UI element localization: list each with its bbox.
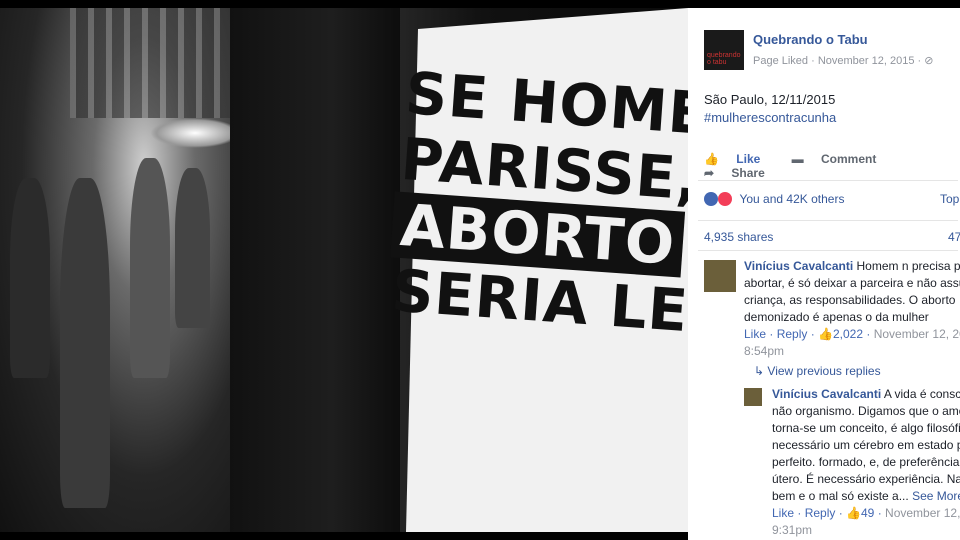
view-previous-replies-link[interactable]: ↳ View previous replies xyxy=(754,364,881,378)
post-text: São Paulo, 12/11/2015 #mulherescontracun… xyxy=(704,91,836,127)
page-avatar[interactable]: quebrando o tabu xyxy=(704,30,744,70)
commenter-avatar[interactable] xyxy=(704,260,736,292)
like-button[interactable]: 👍 Like xyxy=(704,152,774,166)
person-figure xyxy=(10,178,50,378)
comment-likes-icon: 👍 xyxy=(818,327,833,341)
divider xyxy=(698,180,958,181)
comment-like-link[interactable]: Like xyxy=(744,327,766,341)
like-reaction-icon xyxy=(704,192,718,206)
thumbs-up-icon: 👍 xyxy=(704,152,719,166)
person-figure xyxy=(60,178,110,508)
comment: Vinícius Cavalcanti Homem n precisa pa a… xyxy=(744,258,960,360)
comment-author-link[interactable]: Vinícius Cavalcanti xyxy=(744,259,853,273)
comment-icon: ▬ xyxy=(791,152,804,166)
reply-reply-link[interactable]: Reply xyxy=(805,506,836,520)
comment-date[interactable]: November 12, 20 xyxy=(874,327,960,341)
street-lights xyxy=(150,118,240,148)
reply-comment: Vinícius Cavalcanti A vida é consc não o… xyxy=(772,386,960,539)
person-figure xyxy=(130,158,170,378)
reply-text: A vida é consc não organismo. Digamos qu… xyxy=(772,387,960,503)
hashtag-link[interactable]: #mulherescontracunha xyxy=(704,109,836,127)
dark-wall xyxy=(230,8,400,532)
comment-sort-dropdown[interactable]: Top xyxy=(940,192,959,206)
share-arrow-icon: ➦ xyxy=(704,166,715,180)
post-text-line: São Paulo, 12/11/2015 xyxy=(704,92,836,107)
reply-like-link[interactable]: Like xyxy=(772,506,794,520)
avatar-logo-text: quebrando o tabu xyxy=(707,52,741,66)
top-black-bar xyxy=(0,0,960,8)
reply-likes-count[interactable]: 49 xyxy=(861,506,874,520)
reply-arrow-icon: ↳ xyxy=(754,364,765,378)
shares-count-link[interactable]: 4,935 shares xyxy=(704,230,773,244)
love-reaction-icon xyxy=(718,192,733,206)
like-label: Like xyxy=(736,152,761,166)
building-facade xyxy=(70,8,230,118)
reply-time[interactable]: 9:31pm xyxy=(772,522,960,539)
reactions-text: You and 42K others xyxy=(739,192,845,206)
page-name-link[interactable]: Quebrando o Tabu xyxy=(753,32,868,47)
comment-count: 47 xyxy=(948,230,960,244)
divider xyxy=(698,250,958,251)
person-figure xyxy=(175,168,210,328)
reply-likes-icon: 👍 xyxy=(846,506,861,520)
comment-label: Comment xyxy=(821,152,877,166)
poster-text: SE HOMEM PARISSE, ABORTO SERIA LEGAL xyxy=(390,59,823,354)
reply-author-link[interactable]: Vinícius Cavalcanti xyxy=(772,387,881,401)
post-side-panel: quebrando o tabu Quebrando o Tabu Page L… xyxy=(688,8,960,540)
comment-meta: Like · Reply · 👍2,022 · November 12, 20 … xyxy=(744,326,960,360)
bottom-black-bar xyxy=(0,532,688,540)
divider xyxy=(698,220,958,221)
comment-button[interactable]: ▬ Comment xyxy=(792,152,891,166)
comment-reply-link[interactable]: Reply xyxy=(777,327,808,341)
comment-time[interactable]: 8:54pm xyxy=(744,343,960,360)
see-more-link[interactable]: See More xyxy=(912,489,960,503)
reply-author-avatar[interactable] xyxy=(744,388,762,406)
reply-date[interactable]: November 12, xyxy=(885,506,960,520)
share-button[interactable]: ➦ Share xyxy=(704,166,779,180)
post-meta: Page Liked · November 12, 2015 · ⊘ xyxy=(753,55,934,67)
view-previous-label: View previous replies xyxy=(767,364,881,378)
post-actions: 👍 Like ▬ Comment ➦ Share xyxy=(704,152,960,180)
comment-likes-count[interactable]: 2,022 xyxy=(833,327,863,341)
reactions-summary[interactable]: You and 42K others xyxy=(704,192,844,206)
reply-meta: Like · Reply · 👍49 · November 12, 9:31pm xyxy=(772,505,960,539)
share-label: Share xyxy=(731,166,765,180)
